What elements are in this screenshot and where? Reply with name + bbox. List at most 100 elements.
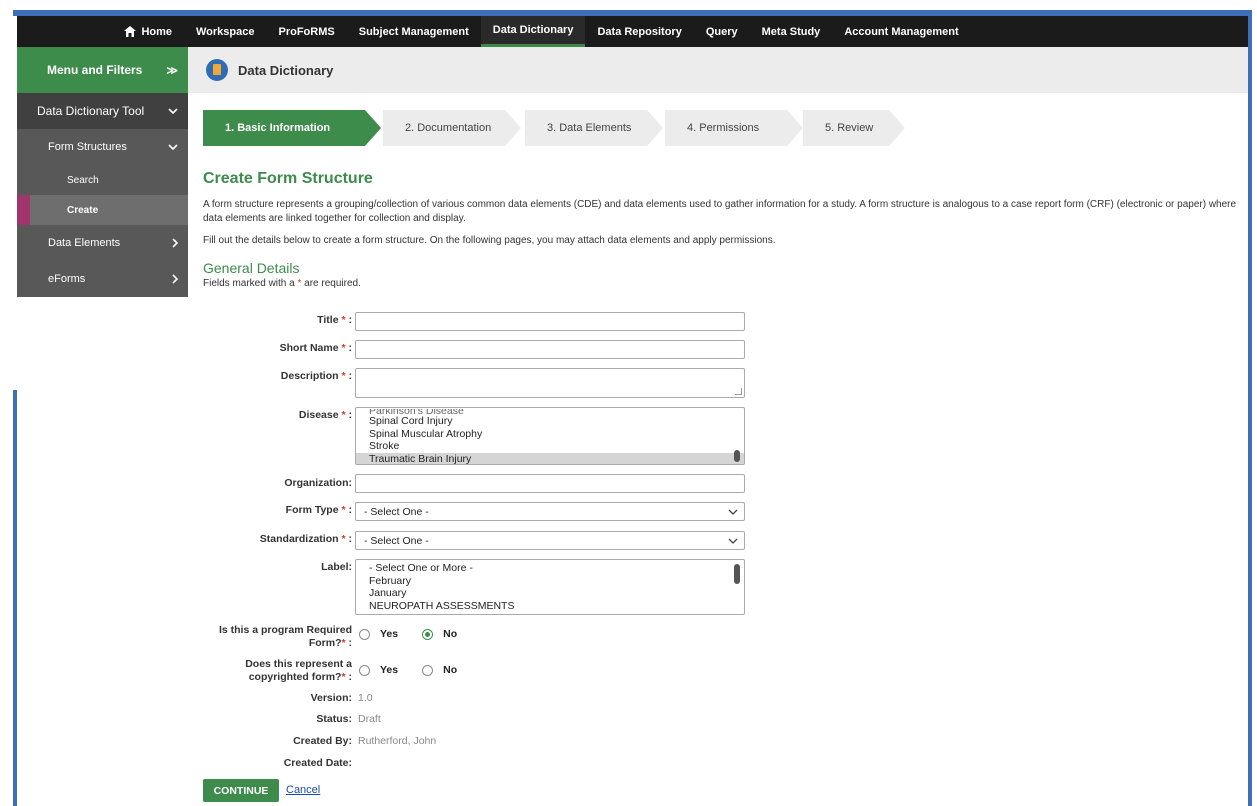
list-item[interactable]: NEUROPATH ASSESSMENTS [356,600,744,613]
menu-and-filters-toggle[interactable]: Menu and Filters ≫ [17,47,188,93]
step-label: 2. Documentation [383,110,505,146]
step-data-elements[interactable]: 3. Data Elements [525,110,663,146]
list-item[interactable]: - Select One or More - [356,562,744,575]
form-type-label: Form Type * : [285,504,352,516]
field-row-short-name: Short Name * : [203,340,745,359]
field-row-description: Description * : [203,368,745,398]
status-value: Draft [358,713,381,725]
disease-scrollbar[interactable] [734,450,740,462]
description-textarea[interactable] [355,368,745,398]
sidebar-item-eforms[interactable]: eForms [17,261,188,297]
organization-input[interactable] [355,474,745,493]
continue-button[interactable]: CONTINUE [203,779,279,802]
sidebar-item-data-dictionary-tool[interactable]: Data Dictionary Tool [17,93,188,129]
sidebar: Menu and Filters ≫ Data Dictionary Tool … [17,47,188,297]
cancel-link[interactable]: Cancel [286,784,320,796]
label-label: Label: [321,561,352,573]
page-title: Data Dictionary [238,62,334,78]
step-permissions[interactable]: 4. Permissions [665,110,803,146]
sidebar-item-label: eForms [48,273,86,285]
list-item[interactable]: January [356,587,744,600]
step-label: 4. Permissions [665,110,787,146]
description-label: Description * : [280,370,352,382]
double-chevron-down-icon: ≫ [166,64,178,77]
wizard-steps: 1. Basic Information 2. Documentation 3.… [203,110,923,146]
nav-home[interactable]: Home [17,26,184,38]
chevron-right-icon [172,238,178,248]
title-label: Title * : [317,314,352,326]
sidebar-item-label: Data Elements [48,237,121,249]
chevron-right-icon [172,274,178,284]
list-item[interactable]: February [356,575,744,588]
field-row-title: Title * : [203,312,745,331]
nav-subject-management[interactable]: Subject Management [347,16,481,47]
data-dictionary-icon [206,59,228,81]
status-label: Status: [316,713,352,725]
nav-workspace[interactable]: Workspace [184,16,267,47]
section-title: General Details [203,260,300,276]
nav-data-repository[interactable]: Data Repository [585,16,693,47]
short-name-input[interactable] [355,340,745,359]
step-basic-information[interactable]: 1. Basic Information [203,110,381,146]
main-content: Create Form Structure A form structure r… [203,170,1243,289]
label-scrollbar[interactable] [734,564,740,584]
form-type-select[interactable]: - Select One - [355,502,745,521]
chevron-down-icon [728,509,738,515]
field-row-copyrighted: Does this represent a copyrighted form?*… [203,658,471,684]
title-input[interactable] [355,312,745,331]
form-description-text: A form structure represents a grouping/c… [203,199,1237,224]
program-required-yes-radio[interactable] [359,628,370,640]
step-label: 1. Basic Information [203,110,365,146]
step-documentation[interactable]: 2. Documentation [383,110,521,146]
sidebar-item-data-elements[interactable]: Data Elements [17,225,188,261]
list-item-selected[interactable]: Traumatic Brain Injury [356,452,744,464]
copyrighted-radio-group: Yes No [355,658,471,682]
field-row-created-by: Created By: Rutherford, John [203,735,436,748]
field-row-created-date: Created Date: [203,757,355,770]
program-required-no-radio[interactable] [422,628,434,640]
field-row-standardization: Standardization * : - Select One - [203,531,745,550]
list-item[interactable]: Stroke [356,440,744,453]
form-title: Create Form Structure [203,170,373,187]
sidebar-item-create[interactable]: Create [17,195,188,225]
radio-label-yes: Yes [380,664,399,676]
window-frame-right [1248,10,1252,806]
field-row-form-type: Form Type * : - Select One - [203,502,745,521]
standardization-select[interactable]: - Select One - [355,531,745,550]
list-item[interactable]: Spinal Cord Injury [356,415,744,428]
step-label: 5. Review [803,110,889,146]
copyrighted-no-radio[interactable] [422,664,434,676]
field-row-status: Status: Draft [203,713,381,726]
program-required-label: Is this a program Required Form?* : [218,624,352,649]
radio-label-no: No [443,628,458,640]
sidebar-item-label: Form Structures [48,141,127,153]
nav-meta-study[interactable]: Meta Study [750,16,833,47]
form-type-value: - Select One - [364,505,429,518]
chevron-down-icon [728,538,738,544]
list-item[interactable]: Spinal Muscular Atrophy [356,428,744,441]
created-by-label: Created By: [293,735,352,747]
created-date-label: Created Date: [283,757,352,769]
program-required-radio-group: Yes No [355,624,471,644]
chevron-down-icon [168,144,178,150]
window-frame-left [13,390,17,806]
sidebar-item-search[interactable]: Search [17,165,188,195]
copyrighted-yes-radio[interactable] [359,664,370,676]
radio-label-yes: Yes [380,628,399,640]
nav-proforms[interactable]: ProFoRMS [267,16,347,47]
standardization-label: Standardization * : [259,533,352,545]
short-name-label: Short Name * : [279,342,352,354]
nav-query[interactable]: Query [694,16,750,47]
top-navigation: Home Workspace ProFoRMS Subject Manageme… [17,16,1248,47]
organization-label: Organization: [284,477,352,489]
label-listbox[interactable]: - Select One or More - February January … [355,559,745,615]
nav-account-management[interactable]: Account Management [832,16,970,47]
disease-listbox[interactable]: Parkinson's Disease Spinal Cord Injury S… [355,407,745,465]
nav-data-dictionary[interactable]: Data Dictionary [480,16,586,47]
sidebar-item-form-structures[interactable]: Form Structures [17,129,188,165]
step-review[interactable]: 5. Review [803,110,905,146]
field-row-organization: Organization: [203,474,745,493]
radio-label-no: No [443,664,458,676]
version-label: Version: [310,692,352,704]
form-instructions-text: Fill out the details below to create a f… [203,235,776,246]
